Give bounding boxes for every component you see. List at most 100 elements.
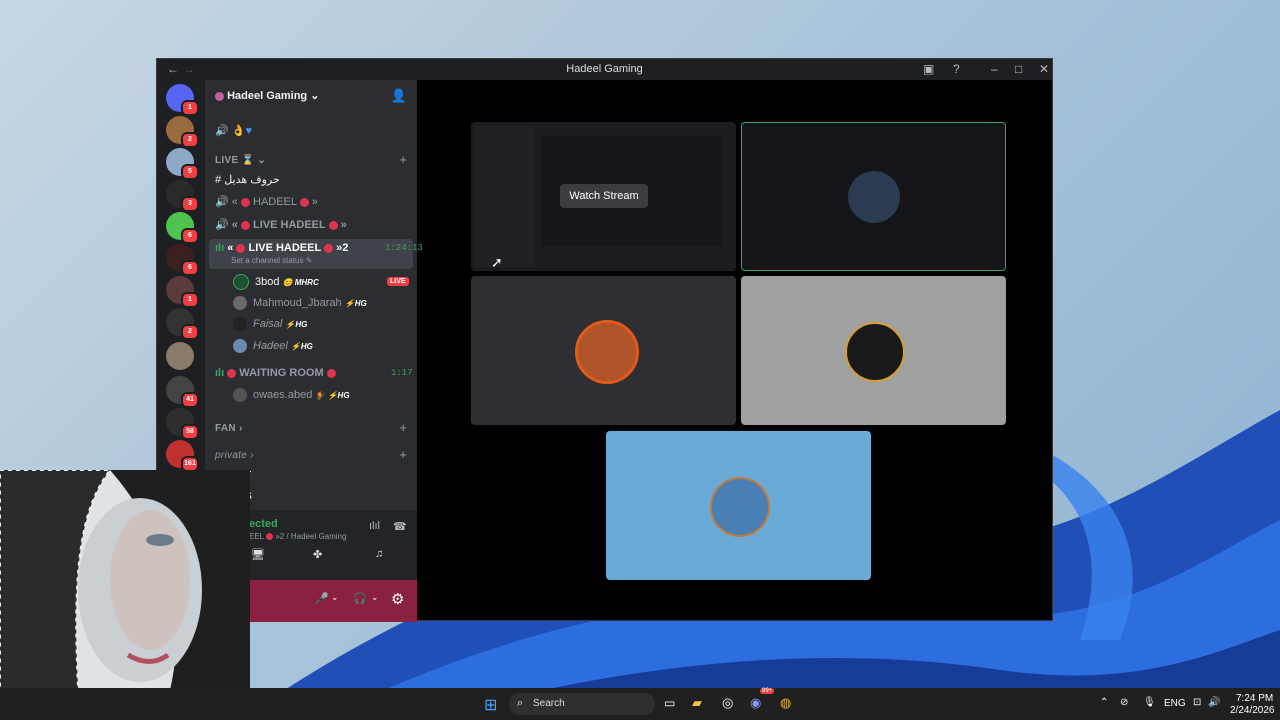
server-icon[interactable]: 41 (166, 376, 199, 408)
user-name: owaes.abed (253, 389, 313, 401)
minimize-icon[interactable]: – (991, 62, 998, 76)
chevron-down-icon[interactable]: ⌄ (371, 592, 379, 603)
help-icon[interactable]: ? (953, 62, 960, 76)
voice-user[interactable]: Faisal ⚡HG (233, 315, 307, 333)
server-icon[interactable]: 161 (166, 440, 199, 472)
category-fan[interactable]: FAN › (215, 420, 243, 438)
microphone-icon[interactable]: 🎤 (315, 592, 329, 605)
server-icon[interactable]: 5 (166, 148, 199, 180)
red-dot-icon (324, 243, 334, 253)
stream-tile[interactable]: Watch Stream (471, 122, 736, 271)
voice-user[interactable]: Mahmoud_Jbarah ⚡HG (233, 294, 367, 312)
pencil-icon: ✎ (305, 256, 313, 265)
badge: 58 (181, 424, 199, 440)
chevron-down-icon[interactable]: ⌄ (331, 592, 339, 603)
voice-user[interactable]: Hadeel ⚡HG (233, 337, 313, 355)
clock-date[interactable]: 2/24/2026 (1230, 705, 1275, 716)
category-label: private (215, 450, 248, 461)
voice-user[interactable]: 3bod 😊 MHRC (233, 273, 319, 291)
mouse-cursor-icon: ➚ (491, 254, 503, 270)
clock-time[interactable]: 7:24 PM (1236, 693, 1273, 704)
server-header[interactable]: Hadeel Gaming ⌄ (215, 87, 319, 105)
channel-name: HADEEL (253, 196, 297, 208)
hadeel-gaming-server-icon[interactable] (166, 342, 194, 370)
network-off-icon[interactable]: ⊘ (1120, 697, 1128, 708)
window-title: Hadeel Gaming (566, 63, 643, 75)
voice-channel-live-hadeel[interactable]: 🔊 « LIVE HADEEL » (215, 216, 347, 234)
inbox-icon[interactable]: ▣ (923, 62, 934, 76)
invite-people-icon[interactable]: 👤 (391, 88, 407, 104)
red-dot-icon (240, 197, 250, 207)
disconnect-icon[interactable]: ☎ (393, 520, 407, 533)
video-tile-speaking[interactable] (741, 122, 1006, 271)
noise-suppression-icon[interactable]: ılıl (369, 520, 380, 532)
channel-name: LIVE HADEEL (253, 219, 326, 231)
server-icon[interactable]: 2 (166, 308, 199, 340)
discord-taskbar-icon[interactable]: ◉ (750, 695, 761, 711)
server-icon[interactable]: 1 (166, 276, 199, 308)
category-label: FAN (215, 423, 236, 434)
category-live[interactable]: LIVE ⌛ ⌄ (215, 152, 266, 170)
voice-active-icon: ılı (215, 367, 225, 379)
avatar (233, 296, 247, 311)
add-channel-icon[interactable]: + (399, 447, 407, 462)
server-icon[interactable]: 58 (166, 408, 199, 440)
chrome-icon[interactable]: ◍ (780, 695, 791, 711)
user-name: Hadeel (253, 340, 288, 352)
channel-timer: 1:17 (391, 368, 413, 378)
voice-channel-waiting[interactable]: ılı WAITING ROOM (215, 364, 336, 382)
headphones-icon[interactable]: 🎧 (353, 592, 367, 605)
microphone-icon[interactable]: 🎙 (1143, 697, 1156, 708)
channel-timer: 1:24:13 (385, 243, 423, 253)
text-channel[interactable]: # حروف هديل (215, 171, 280, 189)
avatar (575, 320, 639, 384)
activities-icon[interactable]: ✤ (313, 548, 322, 561)
file-explorer-icon[interactable]: ▰ (692, 695, 702, 711)
task-view-icon[interactable]: ▭ (664, 696, 675, 710)
category-label: LIVE (215, 155, 239, 166)
volume-icon[interactable]: 🔊 (1208, 697, 1220, 708)
voice-active-icon: ılı (215, 242, 225, 254)
language-indicator[interactable]: ENG (1164, 698, 1186, 709)
chevron-up-icon[interactable]: ⌃ (1100, 697, 1108, 708)
search-box[interactable]: ⌕ Search (509, 693, 655, 715)
voice-user[interactable]: owaes.abed 🐓 ⚡HG (233, 386, 350, 404)
windows-start-icon[interactable]: ⊞ (484, 695, 497, 715)
server-icon[interactable]: 3 (166, 180, 199, 212)
close-icon[interactable]: ✕ (1039, 62, 1049, 76)
discord-home-icon[interactable]: 1 (166, 84, 199, 116)
badge: 1 (181, 100, 199, 116)
badge: 1 (181, 292, 199, 308)
server-icon[interactable]: 2 (166, 116, 199, 148)
voice-channel-hadeel[interactable]: 🔊 « HADEEL » (215, 193, 318, 211)
avatar (845, 322, 905, 382)
channel-status[interactable]: Set a channel status ✎ (231, 255, 312, 267)
connection-status: ected (249, 518, 278, 530)
server-icon[interactable]: 6 (166, 244, 199, 276)
speaker-icon: 🔊 (215, 219, 229, 231)
watch-stream-button[interactable]: Watch Stream (560, 184, 648, 208)
channel-suffix: »2 (336, 242, 349, 254)
maximize-icon[interactable]: □ (1015, 62, 1022, 76)
voice-channel-emoji[interactable]: 🔊 👌♥ (215, 122, 252, 140)
video-tile[interactable] (606, 431, 871, 580)
video-tile[interactable] (741, 276, 1006, 425)
settings-gear-icon[interactable]: ⚙ (391, 590, 404, 608)
user-tag: ⚡HG (344, 299, 367, 308)
hourglass-icon: ⌛ (241, 155, 255, 166)
badge: 3 (181, 196, 199, 212)
red-dot-icon (299, 197, 309, 207)
add-channel-icon[interactable]: + (399, 152, 407, 167)
video-tile[interactable] (471, 276, 736, 425)
user-name: Faisal (253, 318, 283, 330)
wifi-icon[interactable]: ⊡ (1193, 697, 1201, 708)
screen-share-icon[interactable]: 🖥 (251, 548, 265, 561)
server-icon[interactable]: 6 (166, 212, 199, 244)
add-channel-icon[interactable]: + (399, 420, 407, 435)
category-private[interactable]: private › (215, 447, 254, 465)
badge: 5 (181, 164, 199, 180)
live-badge: LIVE (387, 277, 409, 286)
search-icon: ⌕ (517, 697, 524, 709)
soundboard-icon[interactable]: ♫ (375, 548, 383, 560)
app-icon[interactable]: ◎ (722, 695, 733, 711)
